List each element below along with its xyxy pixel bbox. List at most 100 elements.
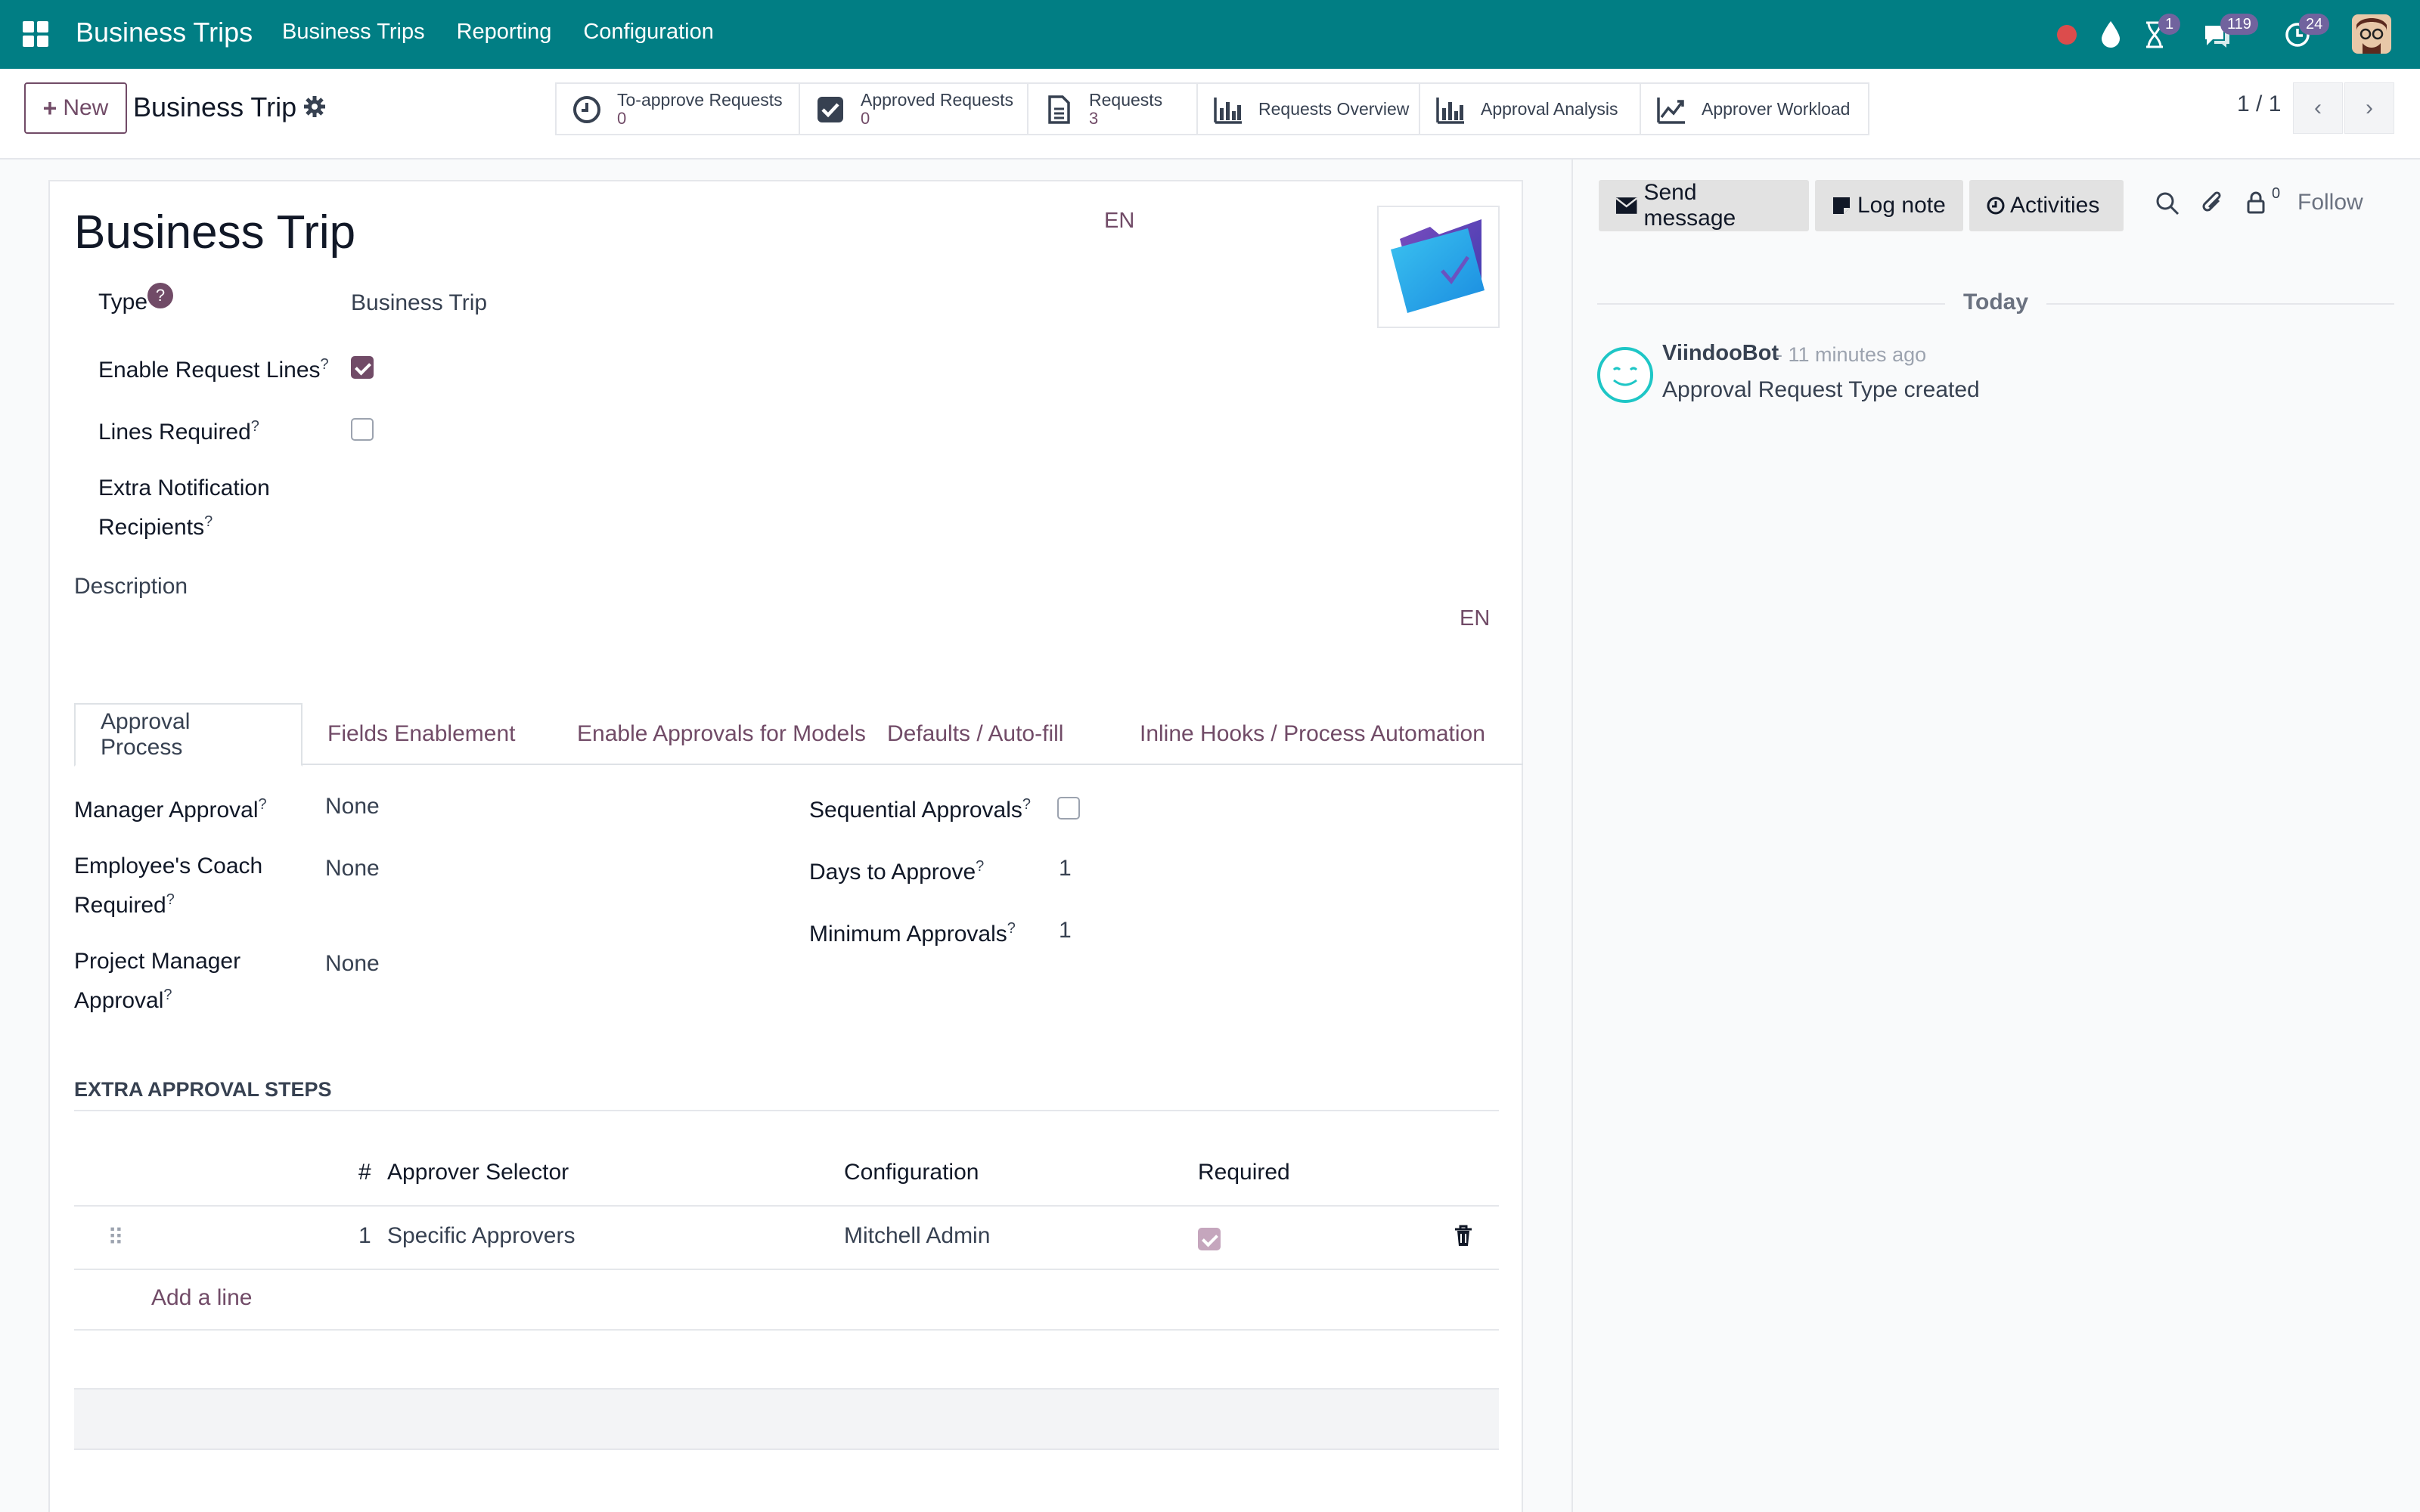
- smart-button-approver-workload[interactable]: Approver Workload: [1641, 84, 1868, 134]
- activities-button[interactable]: Activities: [1969, 180, 2124, 231]
- main-menu: Business Trips Reporting Configuration: [282, 20, 746, 45]
- coach-required-field[interactable]: None: [325, 856, 380, 881]
- manager-approval-label: Manager Approval?: [74, 796, 267, 823]
- drag-handle-icon[interactable]: ⠿: [107, 1225, 124, 1251]
- smart-button-approved[interactable]: Approved Requests 0: [800, 84, 1028, 134]
- pager-value[interactable]: 1 / 1: [2237, 91, 2281, 117]
- date-separator-label: Today: [1962, 290, 2029, 314]
- paperclip-icon[interactable]: [2201, 190, 2225, 215]
- activities-label: Activities: [2010, 193, 2100, 218]
- activities-badge: 1: [2158, 14, 2181, 35]
- smart-button-count: 3: [1089, 109, 1099, 128]
- type-field[interactable]: Business Trip: [351, 290, 487, 316]
- bar-chart-icon: [1214, 98, 1242, 124]
- days-to-approve-field[interactable]: 1: [1059, 856, 1072, 881]
- coach-required-label: Employee's Coach Required?: [74, 854, 263, 918]
- add-line-button[interactable]: Add a line: [151, 1285, 252, 1311]
- plus-icon: +: [42, 94, 57, 122]
- column-header-approver-selector[interactable]: Approver Selector: [387, 1160, 569, 1185]
- record-icon[interactable]: [2057, 25, 2077, 45]
- tab-inline-hooks[interactable]: Inline Hooks / Process Automation: [1115, 703, 1510, 765]
- chevron-left-icon: ‹: [2314, 95, 2322, 120]
- tab-defaults-autofill[interactable]: Defaults / Auto-fill: [862, 703, 1088, 765]
- smart-button-approval-analysis[interactable]: Approval Analysis: [1420, 84, 1641, 134]
- bot-avatar[interactable]: [1597, 347, 1653, 403]
- smart-button-label: Requests: [1089, 90, 1163, 110]
- smart-button-requests-overview[interactable]: Requests Overview: [1198, 84, 1420, 134]
- days-to-approve-label: Days to Approve?: [809, 858, 985, 885]
- checkbox-icon: [818, 97, 843, 122]
- search-icon[interactable]: [2155, 191, 2180, 215]
- apps-menu-icon[interactable]: [23, 21, 48, 47]
- note-icon: [1833, 197, 1850, 214]
- section-divider: [74, 1110, 1499, 1111]
- gear-icon[interactable]: [304, 96, 325, 117]
- description-label: Description: [74, 574, 188, 599]
- manager-approval-field[interactable]: None: [325, 794, 380, 820]
- column-header-required[interactable]: Required: [1198, 1160, 1290, 1185]
- send-message-button[interactable]: Send message: [1599, 180, 1809, 231]
- title-lang-button[interactable]: EN: [1104, 209, 1134, 234]
- smart-button-label: Requests Overview: [1258, 99, 1410, 119]
- pm-approval-label: Project Manager Approval?: [74, 949, 241, 1013]
- enable-request-lines-checkbox[interactable]: [351, 356, 374, 379]
- tab-approval-process[interactable]: Approval Process: [74, 703, 302, 767]
- chatter-panel: Send message Log note Activities 0 Follo…: [1571, 160, 2420, 1512]
- pm-approval-field[interactable]: None: [325, 951, 380, 977]
- clock-icon: [1987, 197, 2005, 215]
- smart-button-label: Approval Analysis: [1481, 99, 1618, 119]
- lines-required-checkbox[interactable]: [351, 418, 374, 441]
- column-header-number[interactable]: #: [358, 1160, 371, 1185]
- tab-fields-enablement[interactable]: Fields Enablement: [302, 703, 540, 765]
- minimum-approvals-label: Minimum Approvals?: [809, 920, 1016, 947]
- extra-steps-title: EXTRA APPROVAL STEPS: [74, 1078, 332, 1101]
- droplet-icon[interactable]: [2099, 20, 2122, 48]
- minimum-approvals-field[interactable]: 1: [1059, 918, 1072, 943]
- document-icon: [1048, 95, 1070, 124]
- line-chart-icon: [1657, 98, 1685, 124]
- new-button-label: New: [63, 95, 109, 120]
- row-required-checkbox[interactable]: [1198, 1228, 1221, 1250]
- app-name[interactable]: Business Trips: [76, 17, 253, 48]
- log-note-label: Log note: [1857, 193, 1946, 218]
- menu-reporting[interactable]: Reporting: [457, 20, 552, 45]
- row-approver-selector[interactable]: Specific Approvers: [387, 1223, 575, 1249]
- sequential-approvals-checkbox[interactable]: [1057, 797, 1080, 820]
- messages-badge: 119: [2220, 14, 2258, 35]
- form-tabs: Approval Process Fields Enablement Enabl…: [74, 703, 1523, 767]
- message-author[interactable]: ViindooBot: [1662, 341, 1779, 366]
- description-field[interactable]: [74, 605, 1466, 665]
- date-separator: Today: [1597, 288, 2394, 318]
- row-number: 1: [358, 1223, 371, 1248]
- smart-button-to-approve[interactable]: To-approve Requests 0: [557, 84, 800, 134]
- empty-table-row: [74, 1390, 1499, 1450]
- clock-icon: [573, 96, 600, 123]
- column-header-configuration[interactable]: Configuration: [844, 1160, 979, 1185]
- pager-next-button[interactable]: ›: [2344, 82, 2394, 134]
- pager-previous-button[interactable]: ‹: [2293, 82, 2343, 134]
- new-button[interactable]: + New: [24, 82, 127, 134]
- description-lang-button[interactable]: EN: [1460, 606, 1490, 631]
- lock-icon[interactable]: [2246, 191, 2266, 214]
- smart-button-label: Approver Workload: [1702, 99, 1851, 119]
- menu-configuration[interactable]: Configuration: [583, 20, 714, 45]
- type-image[interactable]: [1377, 206, 1500, 328]
- table-divider: [74, 1329, 1499, 1331]
- log-note-button[interactable]: Log note: [1815, 180, 1963, 231]
- record-title[interactable]: Business Trip: [74, 206, 355, 259]
- type-label: Type?: [98, 283, 174, 319]
- smart-button-requests[interactable]: Requests 3: [1028, 84, 1198, 134]
- row-configuration[interactable]: Mitchell Admin: [844, 1223, 990, 1249]
- follow-button[interactable]: Follow: [2297, 190, 2363, 215]
- table-row[interactable]: ⠿ 1 Specific Approvers Mitchell Admin: [74, 1207, 1499, 1269]
- send-message-label: Send message: [1643, 180, 1736, 231]
- followers-count: 0: [2272, 185, 2281, 202]
- help-icon[interactable]: ?: [147, 283, 174, 308]
- tab-enable-approvals-models[interactable]: Enable Approvals for Models: [552, 703, 891, 765]
- trash-icon[interactable]: [1454, 1225, 1473, 1247]
- user-avatar[interactable]: [2352, 14, 2391, 54]
- menu-business-trips[interactable]: Business Trips: [282, 20, 425, 45]
- smart-button-count: 0: [861, 109, 870, 128]
- extra-notification-field[interactable]: [351, 481, 1485, 514]
- smiley-icon: [1612, 367, 1638, 386]
